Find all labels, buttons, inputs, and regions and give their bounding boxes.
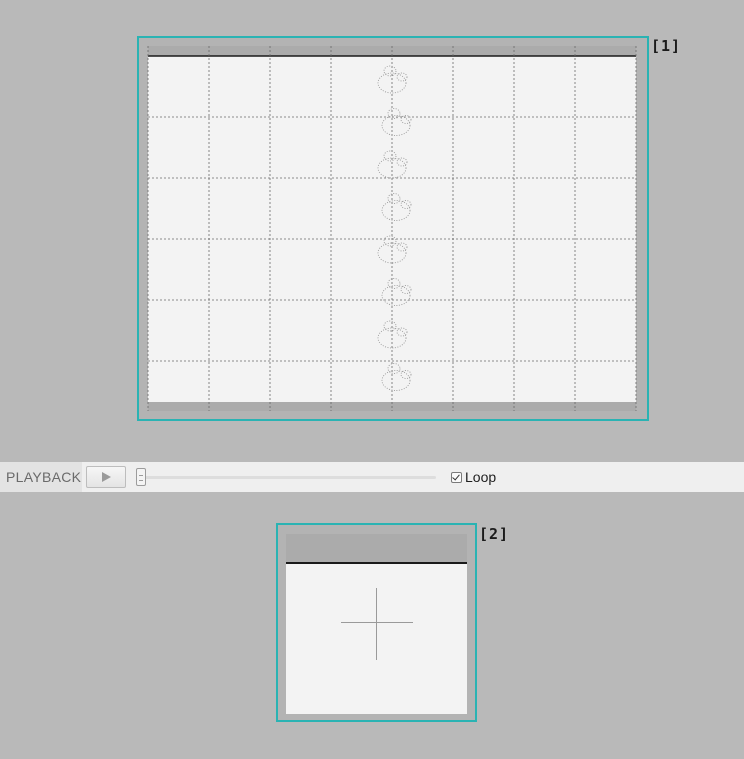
loop-checkbox[interactable] <box>451 472 462 483</box>
play-button[interactable] <box>86 466 126 488</box>
preview-header-strip <box>286 534 467 564</box>
preview-panel[interactable] <box>276 523 477 722</box>
sprite-sheet-canvas[interactable] <box>139 38 647 419</box>
crosshair-vertical <box>376 588 377 660</box>
playback-toolbar: PLAYBACK Loop <box>0 462 744 492</box>
preview-canvas[interactable] <box>286 534 467 714</box>
crosshair-horizontal <box>341 622 413 623</box>
checkmark-icon <box>452 472 460 481</box>
play-icon <box>102 472 111 482</box>
playback-label: PLAYBACK <box>0 462 82 492</box>
panel-number-label: [1] <box>651 37 682 55</box>
sprite-sheet-panel[interactable] <box>137 36 649 421</box>
frame-slider-track[interactable] <box>140 476 436 479</box>
panel-number-label: [2] <box>479 525 510 543</box>
loop-label[interactable]: Loop <box>465 462 496 492</box>
frame-slider-thumb[interactable] <box>136 468 146 486</box>
